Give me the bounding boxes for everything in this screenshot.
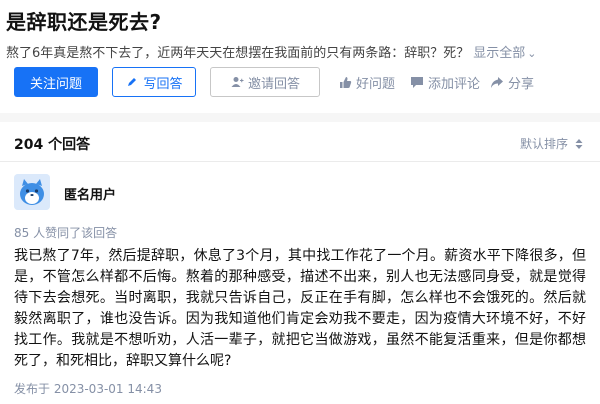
add-comment-button[interactable]: 添加评论: [410, 67, 480, 97]
question-description: 熬了6年真是熬不下去了，近两年天天在想摆在我面前的只有两条路：辞职？死？ 显示全部…: [6, 42, 594, 61]
publish-date: 发布于 2023-03-01 14:43: [14, 382, 162, 396]
invite-answer-label: 邀请回答: [247, 76, 300, 92]
follow-question-button[interactable]: 关注问题: [14, 67, 98, 97]
author-name[interactable]: 匿名用户: [64, 184, 116, 203]
add-comment-label: 添加评论: [428, 76, 481, 92]
answer-count: 204 个回答: [14, 137, 91, 153]
show-all-link[interactable]: 显示全部: [473, 46, 525, 61]
share-icon: [490, 75, 504, 89]
agree-count: 85 人赞同了该回答: [14, 226, 118, 240]
add-user-icon: [230, 75, 244, 89]
sort-icon: [572, 137, 586, 151]
question-title: 是辞职还是死去?: [6, 10, 162, 34]
invite-answer-button[interactable]: 邀请回答: [210, 67, 320, 97]
write-answer-label: 写回答: [143, 76, 183, 92]
thumb-up-icon: [338, 75, 352, 89]
comment-icon: [410, 75, 424, 89]
pen-icon: [125, 75, 139, 89]
share-button[interactable]: 分享: [490, 67, 534, 97]
good-question-label: 好问题: [356, 76, 396, 92]
share-label: 分享: [508, 76, 535, 92]
write-answer-button[interactable]: 写回答: [112, 67, 196, 97]
question-header: 是辞职还是死去? 熬了6年真是熬不下去了，近两年天天在想摆在我面前的只有两条路：…: [0, 0, 600, 113]
good-question-button[interactable]: 好问题: [338, 67, 395, 97]
avatar[interactable]: [14, 174, 50, 210]
question-description-text: 熬了6年真是熬不下去了，近两年天天在想摆在我面前的只有两条路：辞职？死？: [6, 46, 470, 61]
answers-header: 204 个回答 默认排序: [0, 122, 600, 162]
sort-dropdown[interactable]: 默认排序: [520, 135, 586, 152]
answer-card: 204 个回答 默认排序 匿名用户 85 人赞同了该回答 我已熬了7年，然后提辞…: [0, 122, 600, 404]
chevron-down-icon[interactable]: ⌄: [527, 47, 536, 60]
answer-text: 我已熬了7年，然后提辞职，休息了3个月，其中找工作花了一个月。薪资水平下降很多，…: [14, 248, 586, 369]
answer-content: 我已熬了7年，然后提辞职，休息了3个月，其中找工作花了一个月。薪资水平下降很多，…: [14, 246, 586, 372]
follow-question-label: 关注问题: [29, 76, 82, 92]
sort-label: 默认排序: [519, 137, 568, 151]
